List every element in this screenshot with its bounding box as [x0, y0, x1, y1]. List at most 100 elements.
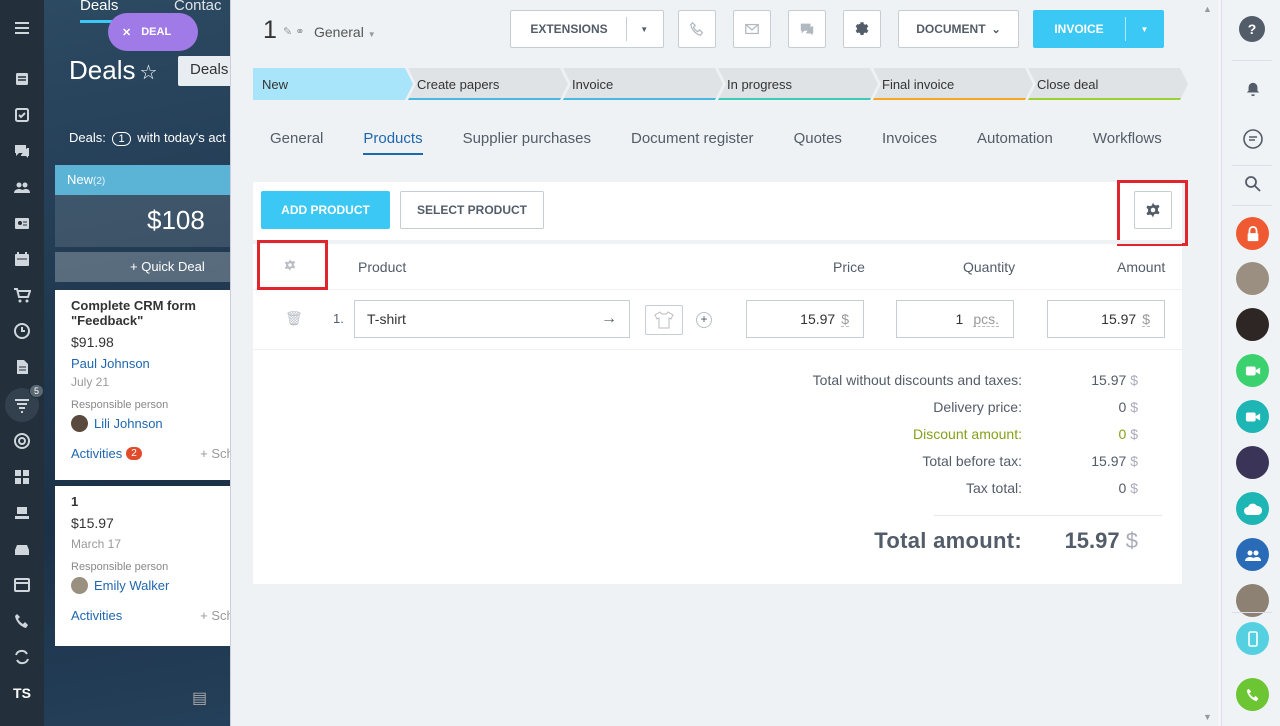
product-image[interactable] [645, 305, 683, 335]
product-name-input[interactable]: T-shirt → [354, 300, 630, 338]
tab-products[interactable]: Products [363, 130, 423, 155]
stage-in-progress[interactable]: In progress [718, 68, 878, 100]
stage-invoice[interactable]: Invoice [563, 68, 723, 100]
call-button[interactable] [678, 10, 716, 48]
deal-card[interactable]: Complete CRM form "Feedback" $91.98 Paul… [55, 290, 230, 480]
add-image-icon[interactable]: + [696, 312, 712, 328]
tab-supplier-purchases[interactable]: Supplier purchases [463, 130, 591, 155]
quantity-unit[interactable]: pcs. [973, 312, 999, 327]
avatar[interactable] [1236, 262, 1269, 295]
select-product-button[interactable]: SELECT PRODUCT [400, 191, 544, 229]
stage-close-deal[interactable]: Close deal [1028, 68, 1188, 100]
group-chat-icon[interactable] [1236, 538, 1269, 571]
tab-contacts[interactable]: Contac [174, 0, 222, 14]
bell-icon[interactable] [1236, 72, 1269, 105]
video-call-icon[interactable] [1236, 354, 1269, 387]
deal-card-title[interactable]: 1 [71, 494, 219, 509]
schedule-link[interactable]: + Sche [200, 446, 230, 461]
category-label[interactable]: General [314, 24, 364, 40]
deal-card-title[interactable]: Complete CRM form "Feedback" [71, 298, 219, 328]
activities-link[interactable]: Activities + Sche [71, 608, 230, 623]
edit-link-icons[interactable]: ✎ ⚭ [283, 25, 305, 38]
user-initials[interactable]: TS [0, 678, 44, 708]
quick-deal-button[interactable]: + Quick Deal [55, 252, 230, 282]
document-button[interactable]: DOCUMENT ⌄ [898, 10, 1019, 48]
clock-icon[interactable] [0, 316, 44, 346]
menu-icon[interactable] [0, 13, 44, 43]
deal-card[interactable]: 1 $15.97 March 17 Responsible person Emi… [55, 486, 230, 646]
stage-final-invoice[interactable]: Final invoice [873, 68, 1033, 100]
invoice-button[interactable]: INVOICE ▼ [1033, 10, 1164, 48]
responsible-name[interactable]: Lili Johnson [94, 416, 163, 431]
product-name: T-shirt [367, 311, 406, 327]
printer-icon[interactable]: ▤ [192, 688, 207, 708]
phone-icon[interactable] [0, 606, 44, 636]
cloud-icon[interactable] [1236, 492, 1269, 525]
price-input[interactable]: 15.97 $ [746, 300, 864, 338]
mobile-device-icon[interactable] [1236, 622, 1269, 655]
messages-icon[interactable] [1236, 122, 1269, 155]
stage-new[interactable]: New [253, 68, 413, 100]
crm-funnel-icon[interactable]: 5 [5, 384, 45, 422]
group-avatar[interactable] [1236, 446, 1269, 479]
deal-card-contact[interactable]: Paul Johnson [71, 356, 219, 371]
amount-input[interactable]: 15.97 $ [1047, 300, 1165, 338]
tab-document-register[interactable]: Document register [631, 130, 754, 155]
chat-icon[interactable] [0, 136, 44, 166]
category-selector[interactable]: General ▼ [314, 24, 376, 40]
tab-workflows[interactable]: Workflows [1093, 130, 1162, 155]
video-conference-icon[interactable] [1236, 400, 1269, 433]
schedule-link[interactable]: + Sche [200, 608, 230, 623]
chevron-down-icon[interactable]: ▼ [625, 17, 662, 41]
stage-create-papers[interactable]: Create papers [408, 68, 568, 100]
calendar-icon[interactable] [0, 244, 44, 274]
phone-call-icon[interactable] [1236, 678, 1269, 711]
sync-icon[interactable] [0, 642, 44, 672]
document-icon[interactable] [0, 352, 44, 382]
apps-icon[interactable] [0, 462, 44, 492]
window-icon[interactable] [0, 570, 44, 600]
quantity-input[interactable]: 1 pcs. [896, 300, 1014, 338]
chat-button[interactable] [788, 10, 826, 48]
tab-general[interactable]: General [270, 130, 323, 155]
stat-count[interactable]: 1 [112, 132, 131, 146]
tab-automation[interactable]: Automation [977, 130, 1053, 155]
target-icon[interactable] [0, 426, 44, 456]
scroll-up-icon[interactable]: ▲ [1203, 4, 1212, 14]
email-button[interactable] [733, 10, 771, 48]
tab-invoices[interactable]: Invoices [882, 130, 937, 155]
tasks-icon[interactable] [0, 100, 44, 130]
drive-icon[interactable] [0, 534, 44, 564]
value-number: 0 [1118, 426, 1127, 442]
add-product-button[interactable]: ADD PRODUCT [261, 191, 390, 229]
star-icon[interactable]: ☆ [139, 62, 157, 84]
employees-icon[interactable] [0, 172, 44, 202]
currency: $ [1130, 426, 1138, 442]
search-icon[interactable] [1236, 167, 1269, 200]
trash-icon[interactable]: 🗑 [285, 310, 303, 327]
help-icon[interactable]: ? [1239, 16, 1265, 42]
avatar[interactable] [1236, 308, 1269, 341]
responsible-name[interactable]: Emily Walker [94, 578, 169, 593]
settings-button[interactable] [843, 10, 881, 48]
extensions-button[interactable]: EXTENSIONS ▼ [510, 10, 664, 48]
close-icon[interactable]: ✕ [122, 26, 131, 39]
feed-icon[interactable] [0, 64, 44, 94]
activities-link[interactable]: Activities 2 + Sche [71, 446, 230, 461]
price-currency[interactable]: $ [841, 312, 849, 327]
tab-quotes[interactable]: Quotes [794, 130, 842, 155]
activities-label[interactable]: Activities [71, 608, 122, 623]
deals-select[interactable]: Deals [178, 56, 230, 86]
contact-card-icon[interactable] [0, 208, 44, 238]
lock-icon[interactable] [1236, 217, 1269, 250]
scroll-down-icon[interactable]: ▼ [1203, 712, 1212, 722]
close-deal-pill[interactable]: ✕ DEAL [108, 13, 198, 51]
arrow-right-icon[interactable]: → [601, 310, 617, 328]
chevron-down-icon[interactable]: ▼ [1125, 17, 1163, 41]
activities-label[interactable]: Activities [71, 446, 122, 461]
cart-icon[interactable] [0, 280, 44, 310]
sites-icon[interactable] [0, 498, 44, 528]
invoice-label[interactable]: INVOICE [1033, 22, 1125, 36]
responsible-person[interactable]: Emily Walker [71, 577, 219, 594]
responsible-person[interactable]: Lili Johnson [71, 415, 219, 432]
